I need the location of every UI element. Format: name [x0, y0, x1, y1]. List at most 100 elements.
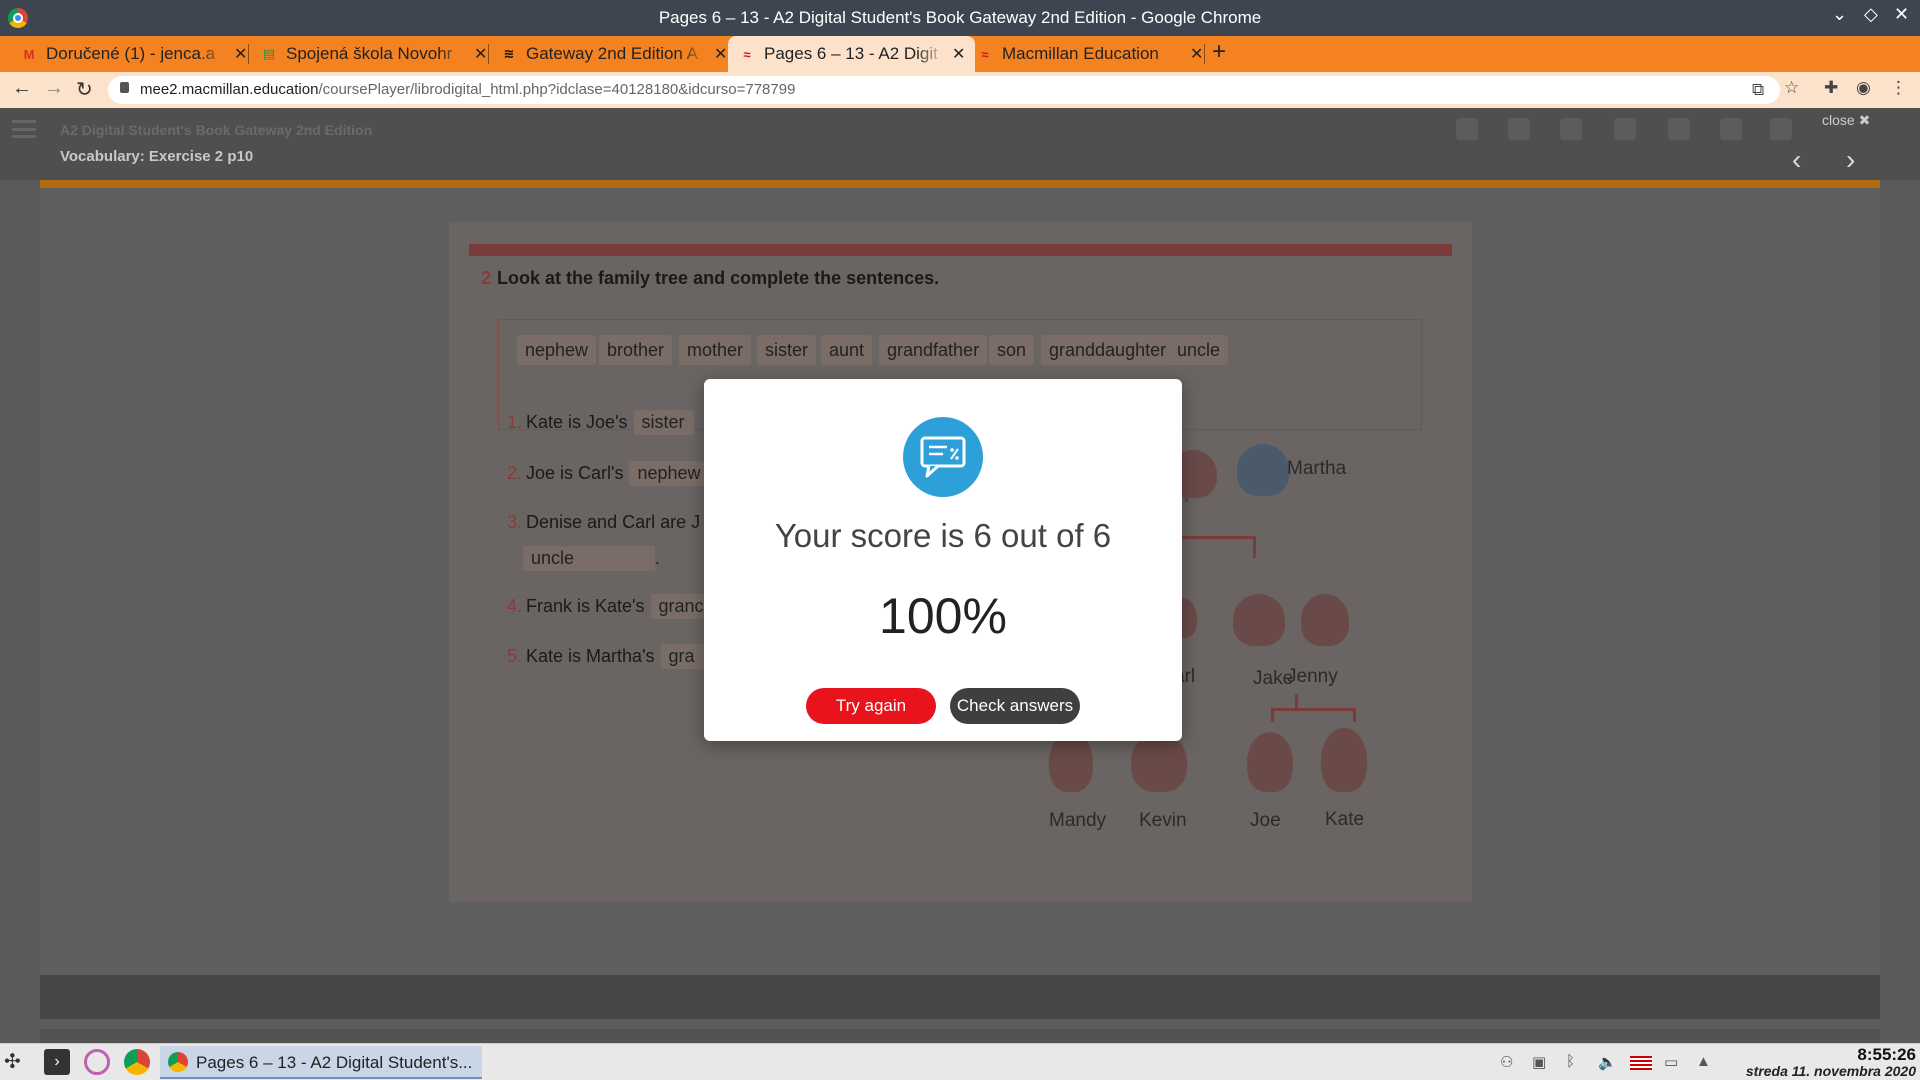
bookmark-star-icon[interactable]: ☆: [1784, 78, 1799, 98]
martha-avatar: [1237, 444, 1289, 496]
answer-field[interactable]: sister: [633, 410, 694, 435]
next-page-icon[interactable]: ›: [1846, 144, 1855, 176]
chrome-menu-icon[interactable]: ⋮: [1890, 78, 1907, 98]
answer-field[interactable]: granc: [650, 594, 712, 619]
tab-close-icon[interactable]: ✕: [714, 44, 727, 64]
tab-gateway[interactable]: ≋ Gateway 2nd Edition A ✕: [490, 36, 737, 72]
tray-expand-icon[interactable]: ▲: [1696, 1053, 1711, 1070]
tree-name-martha: Martha: [1287, 458, 1347, 479]
media-player-icon[interactable]: [84, 1049, 110, 1075]
page-top-bar: [469, 244, 1452, 256]
folder-icon[interactable]: [1614, 118, 1636, 140]
clipboard-tray-icon[interactable]: ▣: [1532, 1053, 1546, 1071]
word-chip[interactable]: aunt: [821, 335, 873, 365]
sentence-text: Kate is Joe's: [526, 412, 628, 432]
window-titlebar: Pages 6 – 13 - A2 Digital Student's Book…: [0, 0, 1920, 36]
tab-close-icon[interactable]: ✕: [1190, 44, 1203, 64]
sentence-number: 3.: [507, 512, 523, 532]
network-tray-icon[interactable]: ▭: [1664, 1053, 1678, 1071]
word-chip[interactable]: sister: [757, 335, 817, 365]
check-answers-button[interactable]: Check answers: [950, 688, 1080, 724]
mandy-avatar: [1049, 732, 1093, 792]
link-icon[interactable]: [1560, 118, 1582, 140]
hamburger-menu-icon[interactable]: [12, 120, 36, 138]
translate-icon[interactable]: ⧉: [1752, 80, 1764, 100]
tab-close-icon[interactable]: ✕: [474, 44, 487, 64]
address-input[interactable]: mee2.macmillan.education/coursePlayer/li…: [108, 76, 1780, 104]
tree-name-jenny: Jenny: [1287, 666, 1338, 687]
exercise-number: 2: [481, 268, 492, 288]
tab-macmillan[interactable]: ≈ Macmillan Education ✕: [966, 36, 1213, 72]
clock[interactable]: 8:55:26 streda 11. novembra 2020: [1730, 1045, 1916, 1079]
tree-name-joe: Joe: [1250, 810, 1281, 831]
taskbar-window-label: Pages 6 – 13 - A2 Digital Student's...: [196, 1053, 473, 1072]
profile-avatar-icon[interactable]: ◉: [1856, 78, 1871, 98]
tab-divider: [1204, 44, 1205, 64]
word-chip[interactable]: brother: [599, 335, 673, 365]
pen-icon[interactable]: [1508, 118, 1530, 140]
lock-icon: [120, 82, 129, 93]
tab-spojena-skola[interactable]: ▤ Spojená škola Novohr ✕: [250, 36, 497, 72]
url-text: mee2.macmillan.education/coursePlayer/li…: [140, 81, 795, 98]
close-exercise-link[interactable]: close ✖: [1822, 112, 1870, 129]
tools-icon[interactable]: [1770, 118, 1792, 140]
volume-tray-icon[interactable]: 🔈: [1598, 1053, 1617, 1071]
minimize-icon[interactable]: ⌄: [1832, 4, 1847, 25]
tab-label: Doručené (1) - jenca.a: [46, 44, 216, 63]
tab-gmail[interactable]: M Doručené (1) - jenca.a ✕: [10, 36, 257, 72]
macmillan-icon: ≈: [743, 46, 751, 62]
tab-close-icon[interactable]: ✕: [952, 44, 965, 64]
try-again-button[interactable]: Try again: [806, 688, 936, 724]
score-dialog: Your score is 6 out of 6 100% Try again …: [704, 379, 1182, 741]
user-icon[interactable]: [1720, 118, 1742, 140]
chrome-window-icon: [168, 1052, 188, 1072]
sentence-5: 5. Kate is Martha's gra: [507, 644, 721, 669]
user-tray-icon[interactable]: ⚇: [1500, 1053, 1513, 1071]
gateway-icon: ≋: [503, 46, 515, 61]
keyboard-layout-flag-icon[interactable]: [1630, 1056, 1652, 1070]
tab-label: Gateway 2nd Edition A: [526, 44, 699, 63]
previous-page-icon[interactable]: ‹: [1792, 144, 1801, 176]
chrome-taskbar-icon[interactable]: [124, 1049, 150, 1075]
close-window-icon[interactable]: ✕: [1894, 4, 1909, 25]
tree-connector: [1253, 536, 1256, 558]
sentence-text: Denise and Carl are J: [526, 512, 701, 532]
tab-strip: M Doručené (1) - jenca.a ✕ ▤ Spojená ško…: [0, 36, 1920, 72]
terminal-icon[interactable]: ›: [44, 1049, 70, 1075]
taskbar-window-button[interactable]: Pages 6 – 13 - A2 Digital Student's...: [160, 1046, 482, 1079]
bluetooth-tray-icon[interactable]: ᛒ: [1566, 1053, 1575, 1070]
grid-icon[interactable]: [1668, 118, 1690, 140]
app-launcher-icon[interactable]: ✣: [4, 1049, 30, 1075]
sentence-number: 4.: [507, 596, 523, 616]
clock-date: streda 11. novembra 2020: [1745, 1063, 1916, 1079]
tree-connector: [1295, 694, 1298, 708]
tab-close-icon[interactable]: ✕: [234, 44, 247, 64]
score-text: Your score is 6 out of 6: [774, 517, 1112, 554]
reader-header: A2 Digital Student's Book Gateway 2nd Ed…: [0, 108, 1920, 180]
back-icon[interactable]: ←: [12, 77, 32, 100]
maximize-icon[interactable]: ◇: [1864, 4, 1878, 25]
tree-connector: [1271, 708, 1274, 722]
reload-icon[interactable]: ↻: [76, 77, 93, 102]
extensions-icon[interactable]: ✚: [1824, 78, 1838, 98]
sentence-text: Kate is Martha's: [526, 646, 655, 666]
page-scrollbar[interactable]: [40, 1019, 1880, 1043]
sentence-3: 3. Denise and Carl are J: [507, 512, 700, 533]
tab-label: Spojená škola Novohr: [286, 44, 453, 63]
highlighter-icon[interactable]: [1456, 118, 1478, 140]
answer-field[interactable]: uncle: [523, 546, 655, 571]
sentence-number: 5.: [507, 646, 523, 666]
word-chip[interactable]: granddaughter: [1041, 335, 1175, 365]
tab-divider: [488, 44, 489, 64]
word-chip[interactable]: grandfather: [879, 335, 988, 365]
tab-pages-active[interactable]: ≈ Pages 6 – 13 - A2 Digit ✕: [728, 36, 976, 72]
word-chip[interactable]: mother: [679, 335, 752, 365]
answer-field[interactable]: nephew: [629, 461, 709, 486]
jake-avatar: [1233, 594, 1285, 646]
forward-icon[interactable]: →: [44, 77, 64, 100]
word-chip[interactable]: uncle: [1169, 335, 1229, 365]
word-chip[interactable]: son: [989, 335, 1035, 365]
sentence-text: Joe is Carl's: [526, 463, 624, 483]
new-tab-icon[interactable]: +: [1212, 38, 1226, 66]
word-chip[interactable]: nephew: [517, 335, 597, 365]
